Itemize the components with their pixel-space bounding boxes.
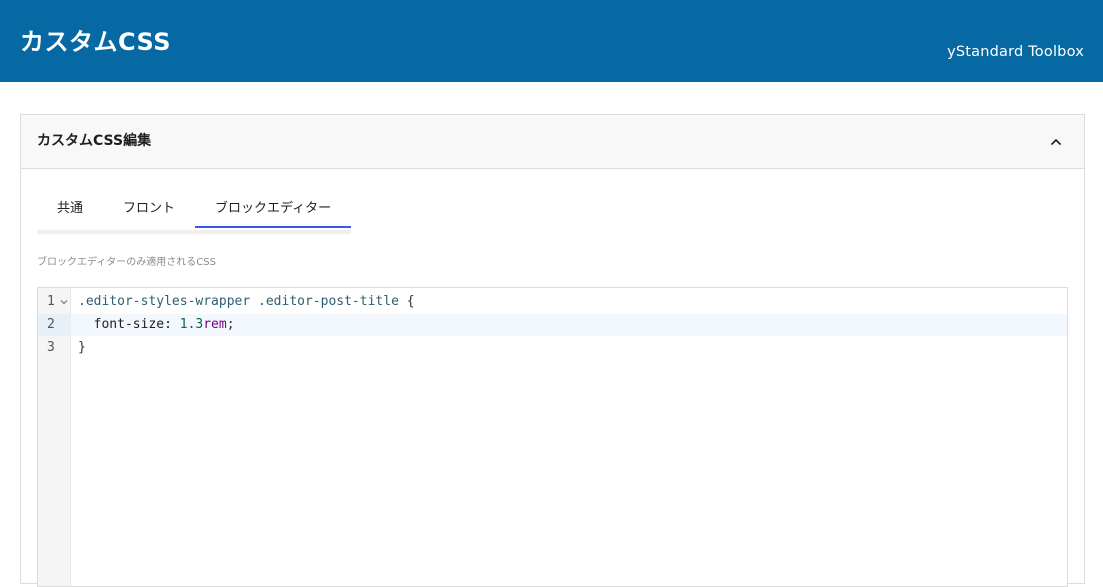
tab-block-editor-label: ブロックエディター — [215, 201, 332, 216]
panel-title: カスタムCSS編集 — [37, 133, 152, 149]
custom-css-panel: カスタムCSS編集 共通 フロント ブロックエディター ブロックエディターのみ適… — [20, 114, 1085, 587]
code-line-2[interactable]: 2 font-size: 1.3rem; — [38, 314, 1067, 336]
code-text: font-size: 1.3rem; — [78, 314, 235, 336]
chevron-up-icon[interactable] — [1046, 132, 1066, 152]
tab-front[interactable]: フロント — [103, 191, 196, 234]
css-closing-brace: } — [78, 340, 86, 355]
line-number: 3 — [47, 340, 55, 355]
gutter-cell: 2 — [38, 314, 71, 336]
brand-name: yStandard Toolbox — [947, 44, 1084, 60]
page-title: カスタムCSS — [20, 28, 172, 56]
editor-description: ブロックエディターのみ適用されるCSS — [37, 257, 216, 268]
gutter-cell: 3 — [38, 337, 71, 359]
tab-common[interactable]: 共通 — [37, 191, 104, 234]
css-code-editor[interactable]: 1 .editor-styles-wrapper .editor-post-ti… — [37, 287, 1068, 587]
line-number: 1 — [47, 294, 55, 309]
css-number: 1.3 — [179, 317, 204, 332]
chevron-up-svg — [1050, 138, 1062, 146]
css-tabs: 共通 フロント ブロックエディター — [37, 191, 352, 234]
code-line-3[interactable]: 3 } — [38, 337, 1067, 359]
css-unit: rem — [203, 317, 227, 332]
code-text: .editor-styles-wrapper .editor-post-titl… — [78, 291, 415, 313]
line-number: 2 — [47, 317, 55, 332]
css-brace: { — [398, 294, 415, 309]
css-semicolon: ; — [226, 317, 235, 332]
gutter-cell: 1 — [38, 291, 71, 313]
fold-chevron-down-icon[interactable] — [60, 293, 68, 311]
css-selector: .editor-styles-wrapper .editor-post-titl… — [78, 294, 399, 309]
panel-header[interactable]: カスタムCSS編集 — [21, 115, 1084, 169]
tab-block-editor[interactable]: ブロックエディター — [195, 191, 352, 234]
top-header-bar: カスタムCSS yStandard Toolbox — [0, 0, 1103, 82]
code-text: } — [78, 337, 86, 359]
active-tab-indicator — [195, 226, 352, 228]
code-line-1[interactable]: 1 .editor-styles-wrapper .editor-post-ti… — [38, 291, 1067, 313]
fold-chevron-svg — [60, 300, 68, 305]
css-property: font-size: — [78, 317, 180, 332]
